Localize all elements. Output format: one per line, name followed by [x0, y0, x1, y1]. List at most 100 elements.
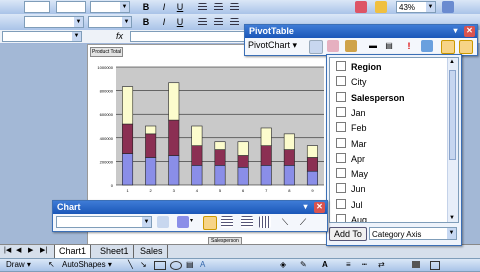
field-item[interactable]: Mar [336, 137, 367, 152]
bar-segment[interactable] [260, 127, 272, 146]
tab-sales[interactable]: Sales [136, 245, 168, 258]
bar-segment[interactable] [306, 170, 318, 186]
scroll-up-icon[interactable]: ▲ [449, 59, 455, 65]
dash-style-icon[interactable]: ┅ [362, 260, 367, 269]
pivotchart-menu-button[interactable]: PivotChart ▾ [248, 40, 297, 51]
zoom-combo[interactable]: 43% ▼ [396, 1, 436, 13]
bar-segment[interactable] [237, 167, 249, 186]
field-item[interactable]: Salesperson [336, 91, 405, 106]
pivot-field-list[interactable]: Region City Salesperson Jan Feb Mar Apr May Jun J… [326, 54, 462, 246]
angle-down-icon[interactable]: ⟍ [279, 216, 291, 228]
oval-icon[interactable] [170, 261, 182, 270]
field-item[interactable]: May [336, 167, 368, 182]
align-left-icon[interactable] [198, 18, 207, 27]
pivottable-toolbar[interactable]: PivotTable ▾ ✕ PivotChart ▾ ▬ ▤ ! [244, 24, 478, 56]
chart-type-dropdown-icon[interactable]: ▾ [190, 217, 193, 224]
wordart-icon[interactable]: A [200, 260, 205, 269]
hide-field-list-icon[interactable] [441, 40, 455, 54]
arrow-style-icon[interactable]: ⇄ [378, 260, 385, 269]
angle-up-icon[interactable]: ⟋ [297, 216, 309, 228]
fill-color-icon[interactable]: ◈ [280, 260, 286, 269]
pivot-wizard-icon[interactable] [345, 40, 357, 52]
bar-segment[interactable] [260, 145, 272, 166]
bar-segment[interactable] [122, 86, 134, 125]
field-item[interactable]: Feb [336, 121, 367, 136]
bar-segment[interactable] [168, 119, 180, 156]
bar-segment[interactable] [306, 145, 318, 158]
shadow-icon[interactable] [412, 261, 420, 268]
scroll-thumb[interactable] [449, 70, 456, 160]
italic-button[interactable]: I [158, 1, 170, 13]
field-list-box[interactable]: Region City Salesperson Jan Feb Mar Apr May Jun J… [329, 57, 459, 223]
field-list-scrollbar[interactable]: ▲ ▼ [447, 58, 458, 222]
bar-segment[interactable] [122, 123, 134, 154]
field-item[interactable]: Aug [336, 213, 367, 222]
refresh-data-icon[interactable]: ! [403, 40, 415, 52]
field-item[interactable]: Jan [336, 106, 366, 121]
bar-segment[interactable] [283, 165, 295, 186]
show-detail-icon[interactable]: ▤ [383, 40, 395, 52]
field-item[interactable]: Jun [336, 182, 366, 197]
tab-next-icon[interactable]: ▶ [28, 246, 33, 254]
area-select[interactable]: Category Axis ▼ [369, 227, 457, 240]
chart-toolbar[interactable]: Chart ▾ ✕ ▼ ▾ ⟍ ⟋ [52, 200, 328, 232]
line-icon[interactable]: ╲ [128, 260, 133, 269]
textbox-icon[interactable]: ▤ [186, 260, 194, 269]
font-combo[interactable]: ▼ [24, 16, 84, 28]
bold-button-2[interactable]: B [140, 16, 152, 28]
bar-segment[interactable] [283, 133, 295, 150]
bar-segment[interactable] [214, 165, 226, 186]
help-icon[interactable] [442, 1, 454, 13]
align-right-icon[interactable] [230, 3, 239, 12]
align-left-icon[interactable] [198, 3, 207, 12]
bar-segment[interactable] [122, 153, 134, 186]
bar-segment[interactable] [191, 125, 203, 146]
format-report-icon[interactable] [309, 40, 323, 54]
tab-first-icon[interactable]: |◀ [4, 246, 11, 254]
field-item[interactable]: Apr [336, 152, 365, 167]
tab-chart1[interactable]: Chart1 [54, 245, 92, 259]
bar-segment[interactable] [283, 149, 295, 166]
bar-segment[interactable] [145, 125, 157, 135]
bar-segment[interactable] [237, 155, 249, 168]
autoshapes-menu-button[interactable]: AutoShapes ▾ [62, 260, 112, 269]
field-item[interactable]: Jul [336, 198, 363, 213]
underline-button-2[interactable]: U [174, 16, 186, 28]
data-table-icon[interactable] [221, 216, 233, 228]
toolbar-options-icon[interactable]: ▾ [300, 202, 311, 213]
align-right-icon[interactable] [230, 18, 239, 27]
line-color-icon[interactable]: ✎ [300, 260, 307, 269]
font-size-combo[interactable] [24, 1, 50, 13]
chart-toolbar-title-bar[interactable]: Chart ▾ ✕ [53, 201, 327, 214]
toolbar-options-icon[interactable]: ▾ [450, 26, 461, 37]
bar-segment[interactable] [191, 145, 203, 166]
name-box[interactable]: ▼ [2, 31, 82, 42]
chart-objects-combo[interactable]: ▼ [56, 216, 152, 228]
bar-segment[interactable] [168, 82, 180, 121]
field-list-icon[interactable] [459, 40, 473, 54]
line-style-icon[interactable]: ≡ [346, 260, 351, 269]
3d-icon[interactable] [430, 261, 440, 270]
add-to-button[interactable]: Add To [329, 227, 367, 241]
field-item[interactable]: City [336, 75, 367, 90]
chart-type-icon[interactable] [177, 216, 189, 228]
chart-wizard-icon[interactable] [355, 1, 367, 13]
arrow-icon[interactable]: ↘ [140, 260, 147, 269]
bar-segment[interactable] [168, 155, 180, 186]
bar-segment[interactable] [145, 133, 157, 158]
size-combo[interactable]: ▼ [88, 16, 132, 28]
tab-prev-icon[interactable]: ◀ [16, 246, 21, 254]
chart-wizard-icon[interactable] [327, 40, 339, 52]
drawing-icon[interactable] [375, 1, 387, 13]
style-combo[interactable]: ▼ [90, 1, 130, 13]
bar-segment[interactable] [306, 157, 318, 172]
fx-label[interactable]: fx [116, 31, 123, 41]
hide-detail-icon[interactable]: ▬ [367, 40, 379, 52]
align-center-icon[interactable] [214, 3, 223, 12]
by-row-icon[interactable] [241, 216, 253, 228]
tab-sheet1[interactable]: Sheet1 [96, 245, 134, 258]
legend-icon[interactable] [203, 216, 217, 230]
bar-segment[interactable] [145, 157, 157, 186]
underline-button[interactable]: U [174, 1, 186, 13]
italic-button-2[interactable]: I [158, 16, 170, 28]
